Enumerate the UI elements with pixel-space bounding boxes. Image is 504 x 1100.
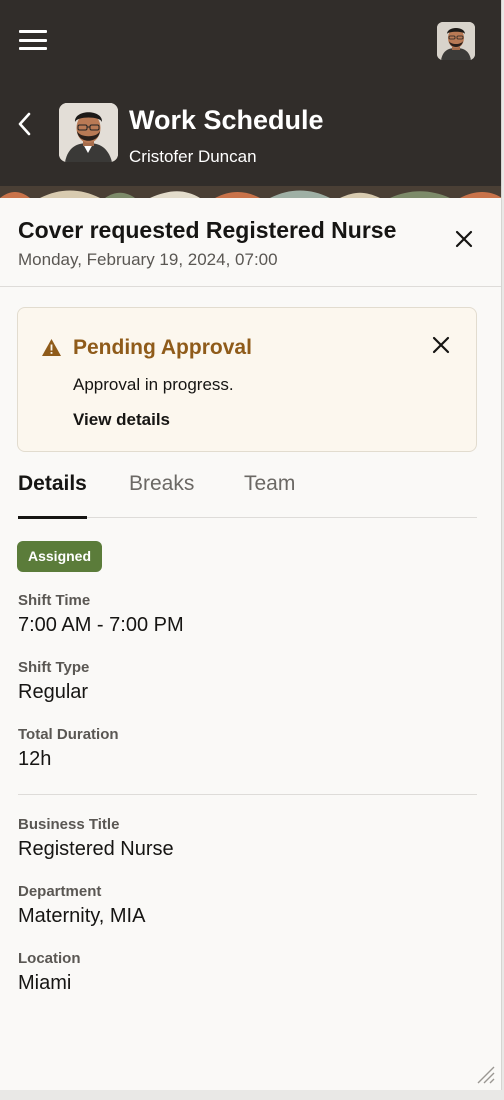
pending-approval-banner: Pending Approval Approval in progress. V… xyxy=(17,307,477,452)
field-value: 12h xyxy=(18,748,52,770)
header-title: Work Schedule xyxy=(129,105,324,135)
field-label: Business Title xyxy=(18,816,120,833)
field-shift-time: Shift Time 7:00 AM - 7:00 PM xyxy=(18,592,184,637)
field-department: Department Maternity, MIA xyxy=(18,883,145,928)
field-value: Registered Nurse xyxy=(18,838,174,860)
close-icon[interactable] xyxy=(455,230,473,248)
hamburger-menu-icon[interactable] xyxy=(19,30,47,50)
tab-details[interactable]: Details xyxy=(18,472,87,519)
app-header: Work Schedule Cristofer Duncan xyxy=(0,0,501,198)
field-total-duration: Total Duration 12h xyxy=(18,726,119,771)
resize-grip-icon[interactable] xyxy=(473,1062,495,1084)
field-business-title: Business Title Registered Nurse xyxy=(18,816,174,861)
field-label: Location xyxy=(18,950,81,967)
banner-title: Pending Approval xyxy=(73,336,252,359)
employee-avatar xyxy=(59,103,118,162)
field-label: Shift Time xyxy=(18,592,91,609)
warning-icon xyxy=(41,338,62,357)
header-subtitle: Cristofer Duncan xyxy=(129,147,257,166)
field-label: Department xyxy=(18,883,102,900)
field-value: Miami xyxy=(18,972,72,994)
field-location: Location Miami xyxy=(18,950,81,995)
section-divider xyxy=(18,794,477,795)
tab-breaks[interactable]: Breaks xyxy=(129,472,194,518)
record-header: Cover requested Registered Nurse Monday,… xyxy=(0,198,501,287)
user-avatar[interactable] xyxy=(437,22,475,60)
tab-team[interactable]: Team xyxy=(244,472,295,518)
field-label: Shift Type xyxy=(18,659,90,676)
banner-message: Approval in progress. xyxy=(73,375,234,394)
decorative-pattern xyxy=(0,186,501,198)
detail-tabs: Details Breaks Team xyxy=(18,466,477,519)
view-details-link[interactable]: View details xyxy=(73,410,170,430)
field-shift-type: Shift Type Regular xyxy=(18,659,89,704)
banner-close-icon[interactable] xyxy=(432,336,450,354)
app-frame: Work Schedule Cristofer Duncan Cover req… xyxy=(0,0,502,1090)
record-title: Cover requested Registered Nurse xyxy=(18,217,397,243)
field-value: 7:00 AM - 7:00 PM xyxy=(18,614,184,636)
status-badge: Assigned xyxy=(17,541,103,572)
field-value: Maternity, MIA xyxy=(18,905,146,927)
back-chevron-icon[interactable] xyxy=(14,110,36,138)
record-date: Monday, February 19, 2024, 07:00 xyxy=(18,250,278,269)
field-label: Total Duration xyxy=(18,726,119,743)
field-value: Regular xyxy=(18,681,89,703)
